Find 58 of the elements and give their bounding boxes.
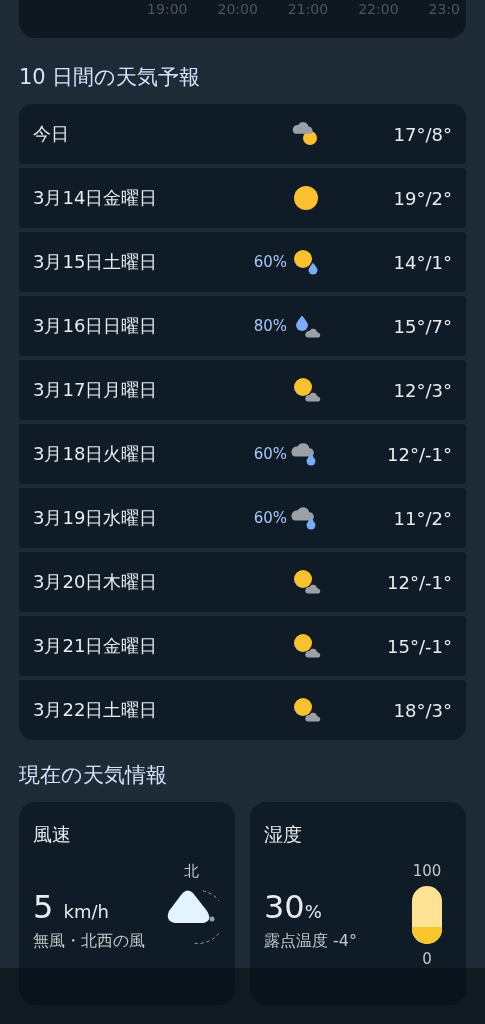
day-label: 3月18日火曜日 bbox=[33, 442, 159, 466]
temperature-range: 15°/-1° bbox=[387, 635, 452, 657]
day-label: 3月15日土曜日 bbox=[33, 250, 159, 274]
hour-label: 22:00 bbox=[358, 1, 399, 17]
temperature-range: 12°/-1° bbox=[387, 571, 452, 593]
day-label: 3月16日日曜日 bbox=[33, 314, 159, 338]
forecast-row[interactable]: 3月18日火曜日 60% 12°/-1° bbox=[19, 424, 466, 484]
day-label: 3月14日金曜日 bbox=[33, 186, 159, 210]
sun-cloud-icon bbox=[291, 631, 321, 661]
forecast-row[interactable]: 3月19日水曜日 60% 11°/2° bbox=[19, 488, 466, 548]
sun-icon bbox=[291, 183, 321, 213]
north-label: 北 bbox=[183, 862, 199, 881]
wind-speed: 5 km/h bbox=[33, 888, 110, 926]
sun-cloud-icon bbox=[291, 375, 321, 405]
temperature-range: 12°/-1° bbox=[387, 443, 452, 465]
hour-label: 19:00 bbox=[147, 1, 188, 17]
forecast-row[interactable]: 3月16日日曜日 80% 15°/7° bbox=[19, 296, 466, 356]
precipitation-chance: 60% bbox=[252, 445, 287, 463]
temperature-range: 11°/2° bbox=[393, 507, 452, 529]
forecast-row[interactable]: 3月17日月曜日 12°/3° bbox=[19, 360, 466, 420]
temperature-range: 14°/1° bbox=[393, 251, 452, 273]
dew-point: 露点温度 -4° bbox=[264, 930, 359, 952]
temperature-range: 17°/8° bbox=[393, 123, 452, 145]
precipitation-chance: 60% bbox=[252, 253, 287, 271]
hour-label: 20:00 bbox=[217, 1, 258, 17]
temperature-range: 18°/3° bbox=[393, 699, 452, 721]
precipitation-chance: 60% bbox=[252, 509, 287, 527]
temperature-range: 19°/2° bbox=[393, 187, 452, 209]
temperature-range: 15°/7° bbox=[393, 315, 452, 337]
humidity-meter bbox=[412, 886, 442, 944]
scale-max: 100 bbox=[411, 862, 443, 880]
humidity-card[interactable]: 湿度 30% 露点温度 -4° 100 0 bbox=[250, 802, 466, 1005]
forecast-row[interactable]: 3月14日金曜日 19°/2° bbox=[19, 168, 466, 228]
humidity-value: 30% bbox=[264, 888, 323, 926]
scale-min: 0 bbox=[421, 950, 433, 968]
section-title: 10 日間の天気予報 bbox=[19, 64, 202, 91]
wind-card[interactable]: 風速 5 km/h 無風・北西の風 北 bbox=[19, 802, 235, 1005]
card-title: 湿度 bbox=[264, 822, 303, 847]
day-label: 3月20日木曜日 bbox=[33, 570, 159, 594]
day-label: 3月22日土曜日 bbox=[33, 698, 159, 722]
day-label: 今日 bbox=[33, 122, 70, 146]
forecast-row[interactable]: 3月22日土曜日 18°/3° bbox=[19, 680, 466, 740]
section-title: 現在の天気情報 bbox=[19, 762, 168, 789]
temperature-range: 12°/3° bbox=[393, 379, 452, 401]
card-title: 風速 bbox=[33, 822, 72, 847]
sun-cloud-icon bbox=[291, 567, 321, 597]
day-label: 3月17日月曜日 bbox=[33, 378, 159, 402]
day-label: 3月19日水曜日 bbox=[33, 506, 159, 530]
wind-description: 無風・北西の風 bbox=[33, 930, 146, 952]
hour-label: 21:00 bbox=[287, 1, 329, 17]
forecast-row[interactable]: 3月20日木曜日 12°/-1° bbox=[19, 552, 466, 612]
day-label: 3月21日金曜日 bbox=[33, 634, 159, 658]
forecast-row[interactable]: 3月15日土曜日 60% 14°/1° bbox=[19, 232, 466, 292]
precipitation-chance: 80% bbox=[252, 317, 287, 335]
hour-label: 23:0 bbox=[428, 1, 460, 17]
sun-cloud-icon bbox=[291, 695, 321, 725]
forecast-row[interactable]: 3月21日金曜日 15°/-1° bbox=[19, 616, 466, 676]
forecast-row[interactable]: 今日 17°/8° bbox=[19, 104, 466, 164]
